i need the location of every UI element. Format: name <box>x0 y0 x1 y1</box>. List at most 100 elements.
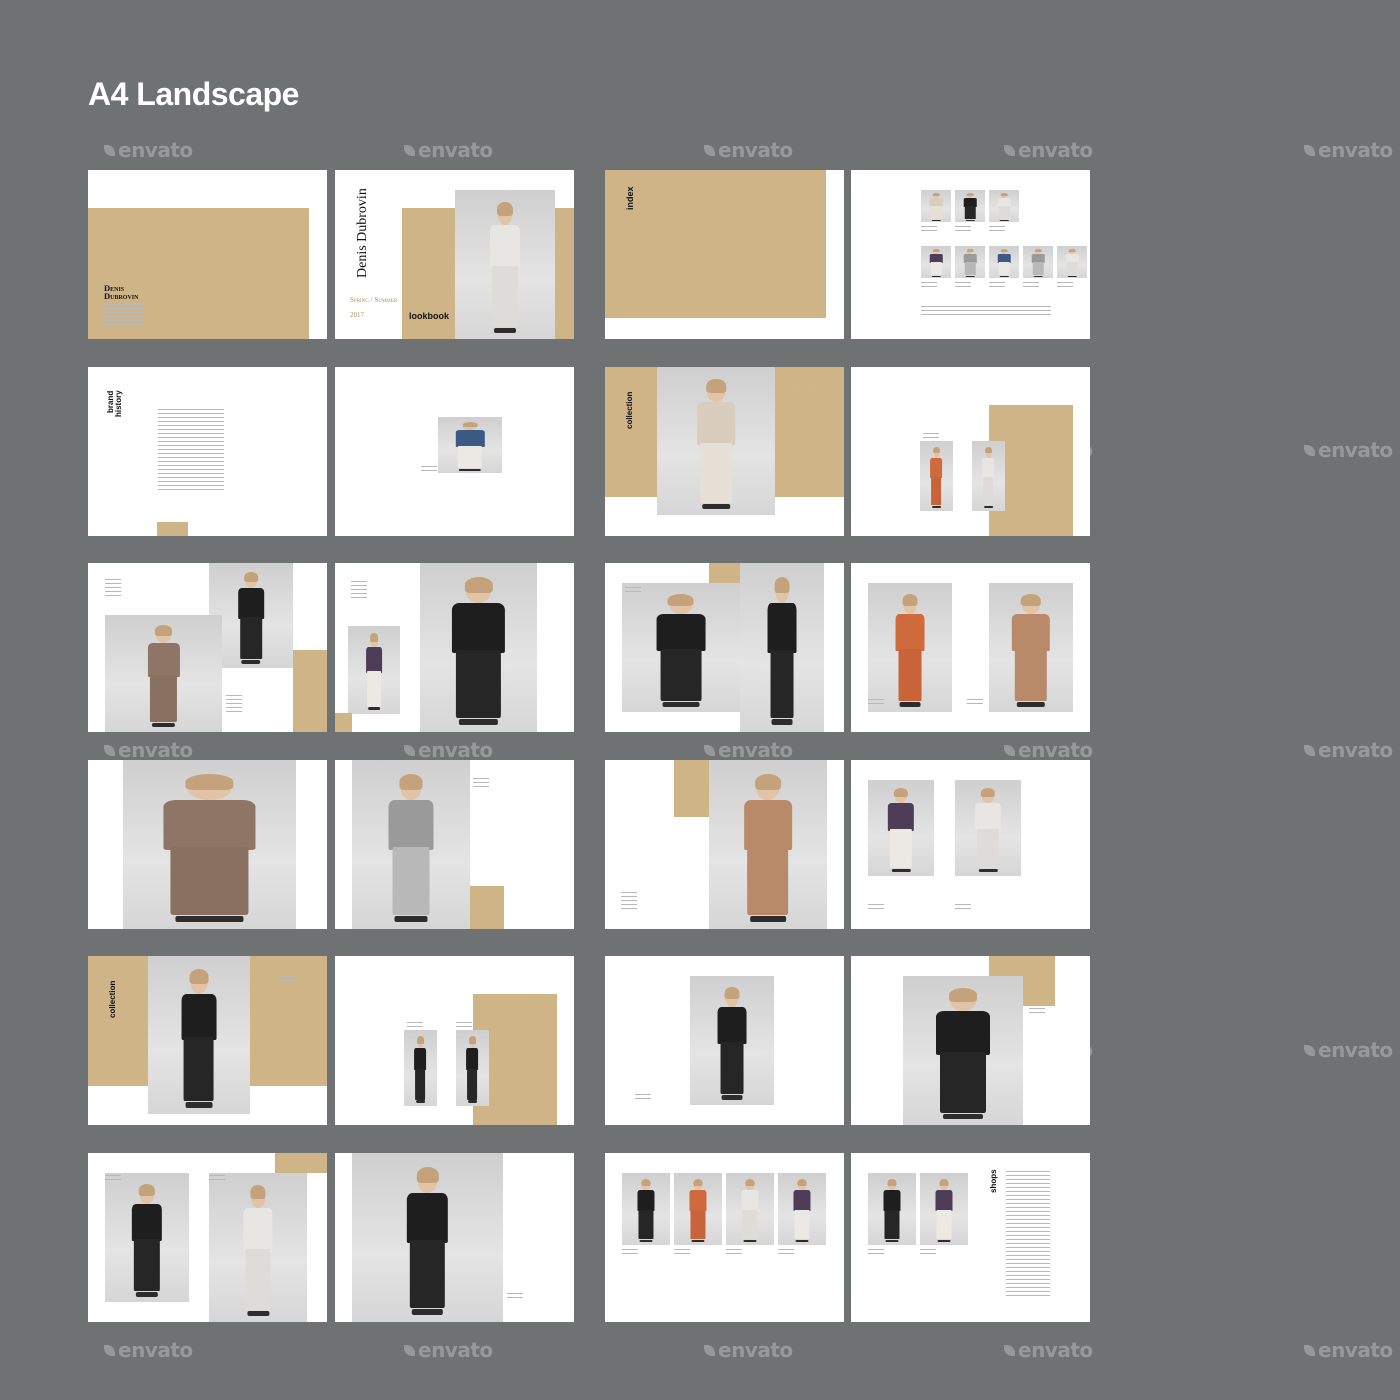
page-profile[interactable] <box>851 956 1090 1125</box>
page-black-shorts[interactable] <box>605 956 844 1125</box>
page-grey-sweater[interactable] <box>335 760 574 929</box>
model-figure <box>413 1036 429 1103</box>
body-text-block <box>920 1249 936 1257</box>
model-shoes <box>899 702 921 707</box>
page-index-left[interactable]: index <box>605 170 844 339</box>
model-top <box>406 1193 449 1243</box>
page-black-dress[interactable] <box>605 563 844 732</box>
watermark-text: envato <box>1018 1338 1093 1362</box>
model-hair <box>244 571 258 582</box>
page-front-cover[interactable]: Denis Dubrovin Spring / Summer 2017 lookboo… <box>335 170 574 339</box>
page-wide-pants[interactable] <box>605 760 844 929</box>
model-top <box>1011 613 1051 652</box>
page-coat[interactable] <box>88 563 327 732</box>
body-text-block <box>989 226 1005 234</box>
model-top <box>466 1048 479 1071</box>
page-shops[interactable]: shops <box>851 1153 1090 1322</box>
body-text-block <box>795 385 811 393</box>
model-photo <box>921 246 951 278</box>
page-coat-detail[interactable] <box>88 760 327 929</box>
accent-block <box>157 522 188 536</box>
envato-watermark: envato <box>1304 138 1393 162</box>
page-two-outfits[interactable] <box>851 760 1090 929</box>
page-two-looks[interactable] <box>851 367 1090 536</box>
page-pants-closeup[interactable] <box>335 1153 574 1322</box>
model-bottom <box>794 1209 810 1240</box>
page-heading: A4 Landscape <box>88 76 299 112</box>
model-figure <box>485 202 525 334</box>
accent-block <box>470 886 504 929</box>
accent-block <box>674 760 709 817</box>
collection-title: collection <box>625 391 634 429</box>
model-shoes <box>639 1239 653 1243</box>
envato-leaf-icon <box>1304 145 1315 156</box>
model-shoes <box>965 275 975 277</box>
model-figure <box>736 774 800 923</box>
page-black-looks[interactable] <box>335 956 574 1125</box>
page-four-looks[interactable] <box>605 1153 844 1322</box>
model-hair <box>985 446 992 454</box>
model-top <box>930 457 943 479</box>
body-text-block <box>105 1175 121 1183</box>
model-bottom <box>998 206 1010 220</box>
model-bottom <box>998 262 1010 276</box>
model-shoes <box>151 723 176 728</box>
page-black-white[interactable] <box>88 1153 327 1322</box>
page-collection-opener[interactable]: collection <box>605 367 844 536</box>
model-figure <box>127 1183 167 1297</box>
model-figure <box>176 969 223 1108</box>
model-figure <box>884 787 918 873</box>
body-text-block <box>622 1249 638 1257</box>
page-two-models[interactable] <box>335 563 574 732</box>
page-brand-history[interactable]: brand history <box>88 367 327 536</box>
model-shoes <box>931 219 941 221</box>
model-hair <box>902 593 918 606</box>
page-index-right[interactable] <box>851 170 1090 339</box>
model-photo <box>989 246 1019 278</box>
envato-leaf-icon <box>104 745 115 756</box>
model-bottom <box>150 675 177 723</box>
model-shoes <box>702 504 730 510</box>
envato-leaf-icon <box>1004 145 1015 156</box>
model-hair <box>416 1167 439 1183</box>
model-top <box>163 800 256 850</box>
year-label: 2017 <box>350 311 364 319</box>
body-text-block <box>158 409 224 493</box>
page-collection-black[interactable]: collection <box>88 956 327 1125</box>
model-top <box>717 1006 747 1045</box>
model-photo <box>921 190 951 222</box>
watermark-text: envato <box>418 138 493 162</box>
watermark-text: envato <box>118 138 193 162</box>
model-bottom <box>170 846 249 915</box>
watermark-text: envato <box>1018 738 1093 762</box>
model-photo <box>903 976 1023 1125</box>
model-bottom <box>930 206 942 220</box>
model-bottom <box>410 1239 445 1308</box>
body-text-block <box>279 976 295 984</box>
watermark-text: envato <box>1318 738 1393 762</box>
model-figure <box>880 1178 903 1243</box>
model-bottom <box>700 442 732 503</box>
model-shoes <box>1067 275 1077 277</box>
watermark-text: envato <box>1318 1338 1393 1362</box>
body-text-block <box>955 904 971 912</box>
page-orange-dresses[interactable] <box>851 563 1090 732</box>
model-figure <box>443 577 513 726</box>
model-shoes <box>458 719 499 726</box>
model-shoes <box>931 275 941 277</box>
model-top <box>689 1190 707 1212</box>
model-hair <box>464 577 493 593</box>
model-photo <box>920 441 953 511</box>
model-figure <box>928 248 945 277</box>
page-small-photo[interactable] <box>335 367 574 536</box>
envato-leaf-icon <box>1004 745 1015 756</box>
envato-watermark: envato <box>404 138 493 162</box>
model-top <box>181 993 217 1040</box>
model-shoes <box>493 327 517 334</box>
body-text-block <box>625 587 641 595</box>
accent-block <box>605 170 826 318</box>
model-photo <box>404 1030 437 1106</box>
page-back-cover[interactable]: Denis Dubrovin <box>88 170 327 339</box>
model-hair <box>755 774 781 790</box>
envato-watermark: envato <box>404 1338 493 1362</box>
